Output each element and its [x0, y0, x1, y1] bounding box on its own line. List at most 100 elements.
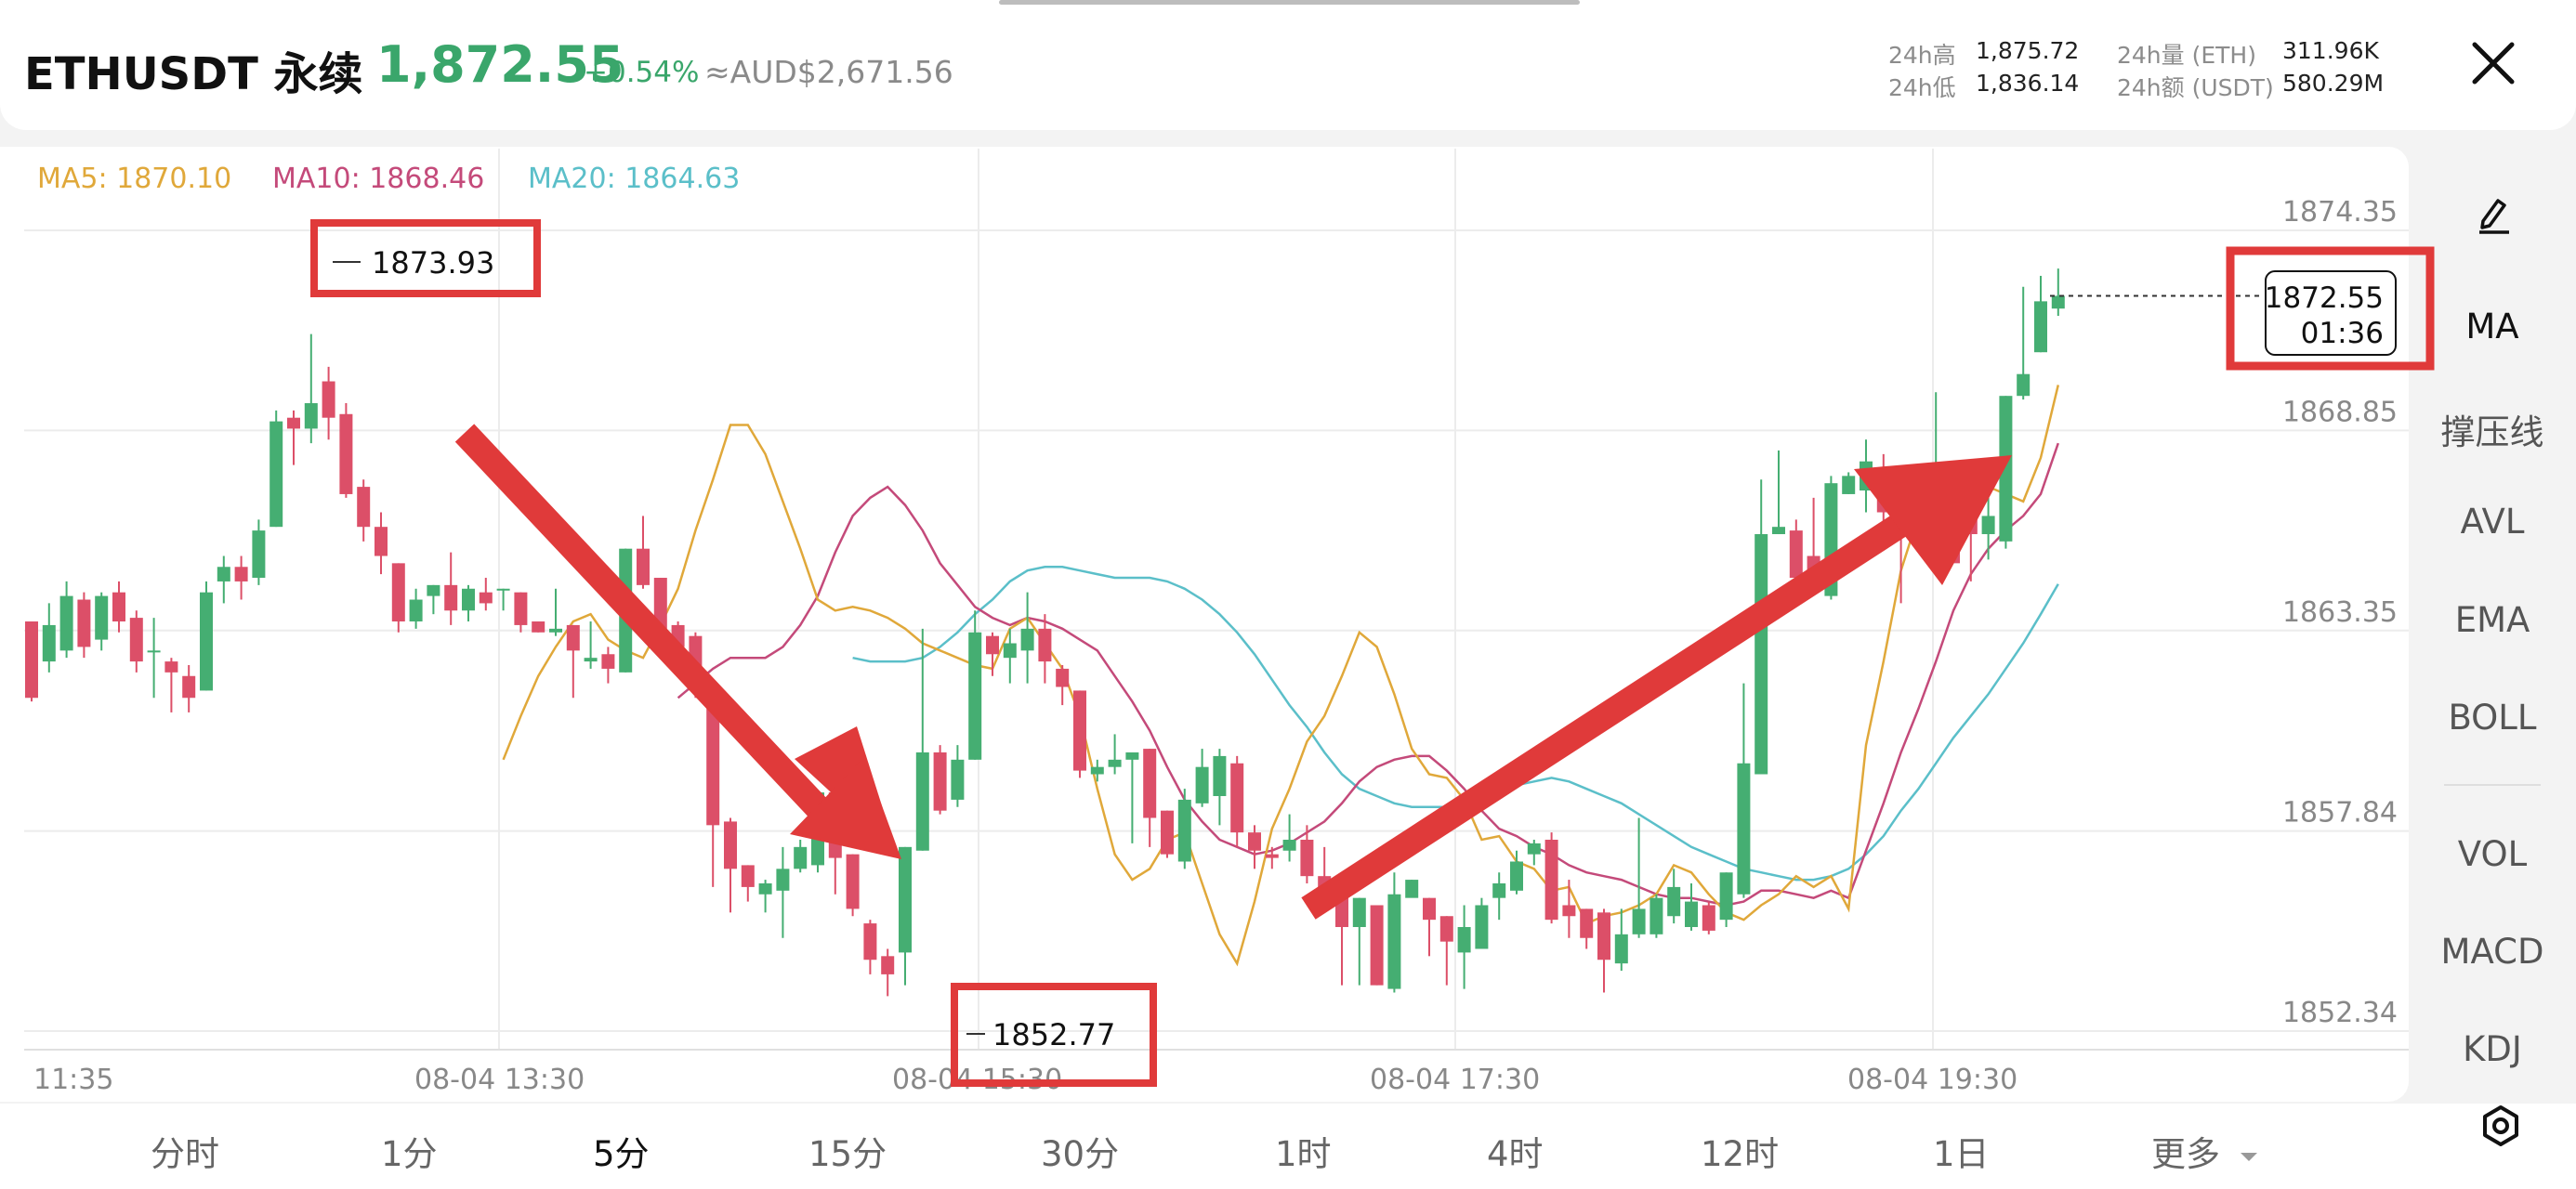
candle-body — [1510, 861, 1523, 891]
candle-body — [1737, 763, 1751, 895]
candle-body — [1300, 839, 1314, 877]
down-trend-arrow — [454, 424, 901, 859]
indicator-sidebar: MA 撑压线 AVL EMA BOLL VOL MACD KDJ — [2409, 147, 2576, 1113]
candle-body — [1439, 916, 1453, 942]
candle-body — [1161, 810, 1174, 855]
indicator-boll[interactable]: BOLL — [2409, 698, 2576, 738]
timeframe-30m[interactable]: 30分 — [1041, 1126, 1119, 1176]
candle-body — [1597, 912, 1610, 960]
candle-body — [1056, 668, 1070, 687]
candle-body — [1387, 894, 1401, 989]
candle-body — [899, 846, 912, 953]
indicator-kdj[interactable]: KDJ — [2409, 1029, 2576, 1069]
candle-body — [1580, 908, 1594, 938]
candle-body — [1213, 755, 1227, 797]
candlestick-chart[interactable]: 1874.35 1868.85 1863.35 1857.84 1852.34 11:35… — [0, 0, 2576, 1104]
candle-body — [1667, 886, 1681, 917]
candle-body — [42, 624, 56, 662]
up-trend-arrow — [1301, 455, 2012, 920]
candle-body — [164, 661, 178, 673]
candle-body — [968, 632, 982, 760]
y-tick-label: 1863.35 — [2282, 596, 2398, 629]
y-tick-label: 1857.84 — [2282, 797, 2398, 830]
candle-body — [1685, 901, 1698, 927]
y-tick-label: 1874.35 — [2282, 196, 2398, 229]
candle-body — [357, 487, 371, 528]
candle-body — [1090, 766, 1104, 775]
candle-body — [252, 530, 266, 579]
timeframe-15m[interactable]: 15分 — [808, 1126, 887, 1176]
candle-body — [986, 635, 999, 655]
timeframe-1m[interactable]: 1分 — [381, 1126, 438, 1176]
candle-body — [881, 956, 895, 974]
x-tick-label: 11:35 — [33, 1064, 113, 1096]
candle-body — [1177, 799, 1191, 862]
candle-body — [794, 846, 808, 869]
candle-body — [1265, 854, 1279, 858]
candle-body — [1544, 839, 1558, 921]
timeframe-1d[interactable]: 1日 — [1933, 1126, 1990, 1176]
timeframe-line[interactable]: 分时 — [151, 1126, 219, 1176]
timeframe-1h[interactable]: 1时 — [1275, 1126, 1332, 1176]
candle-body — [1248, 832, 1261, 851]
candle-body — [182, 675, 196, 699]
candle-body — [1370, 905, 1384, 986]
candle-body — [200, 592, 213, 691]
candle-body — [269, 421, 283, 528]
candle-body — [462, 588, 475, 611]
candle-body — [496, 588, 510, 591]
candle-body — [1195, 766, 1209, 804]
high-marker: 1873.93 — [310, 219, 541, 297]
candle-body — [566, 624, 580, 651]
candle-body — [304, 403, 318, 429]
countdown-timer: 01:36 — [2301, 317, 2384, 350]
candle-body — [234, 567, 248, 581]
ma20-legend: MA20: 1864.63 — [528, 163, 740, 195]
candle-body — [1842, 476, 1856, 494]
timeframe-more[interactable]: 更多 — [2151, 1126, 2259, 1176]
candle-body — [112, 592, 125, 622]
candle-body — [1282, 839, 1296, 851]
x-tick-label: 08-04 13:30 — [414, 1064, 585, 1096]
candle-body — [1143, 749, 1157, 818]
settings-icon[interactable] — [2479, 1104, 2522, 1147]
candle-body — [1405, 880, 1419, 898]
pencil-icon[interactable] — [2476, 193, 2513, 234]
candle-body — [846, 854, 860, 909]
candle-body — [951, 759, 965, 800]
candle-body — [95, 595, 109, 640]
candle-body — [758, 882, 772, 895]
candle-body — [584, 658, 598, 662]
candle-body — [217, 567, 230, 581]
candle-body — [25, 621, 38, 699]
candle-body — [601, 654, 615, 669]
candle-body — [427, 584, 440, 596]
indicator-support-resistance[interactable]: 撑压线 — [2409, 404, 2576, 454]
candle-body — [1772, 527, 1785, 535]
ma10-legend: MA10: 1868.46 — [272, 163, 484, 195]
high-label: 1873.93 — [372, 245, 494, 281]
candle-body — [2017, 373, 2031, 397]
candle-body — [1614, 934, 1628, 964]
candle-body — [1352, 897, 1366, 927]
candle-body — [1527, 843, 1541, 855]
indicator-avl[interactable]: AVL — [2409, 502, 2576, 542]
low-label: 1852.77 — [992, 1017, 1115, 1052]
indicator-ema[interactable]: EMA — [2409, 600, 2576, 640]
candle-body — [1073, 690, 1086, 771]
candle-body — [863, 923, 877, 960]
candle-body — [444, 584, 458, 611]
indicator-vol[interactable]: VOL — [2409, 834, 2576, 874]
indicator-ma[interactable]: MA — [2409, 307, 2576, 346]
caret-down-icon — [2240, 1152, 2257, 1161]
candle-body — [147, 650, 161, 653]
candle-body — [2034, 301, 2047, 353]
indicator-macd[interactable]: MACD — [2409, 932, 2576, 972]
candle-body — [514, 592, 528, 625]
x-tick-label: 08-04 19:30 — [1847, 1064, 2017, 1096]
timeframe-4h[interactable]: 4时 — [1487, 1126, 1544, 1176]
y-tick-label: 1868.85 — [2282, 396, 2398, 428]
timeframe-12h[interactable]: 12时 — [1701, 1126, 1779, 1176]
timeframe-5m[interactable]: 5分 — [593, 1126, 650, 1176]
candle-body — [287, 417, 300, 429]
